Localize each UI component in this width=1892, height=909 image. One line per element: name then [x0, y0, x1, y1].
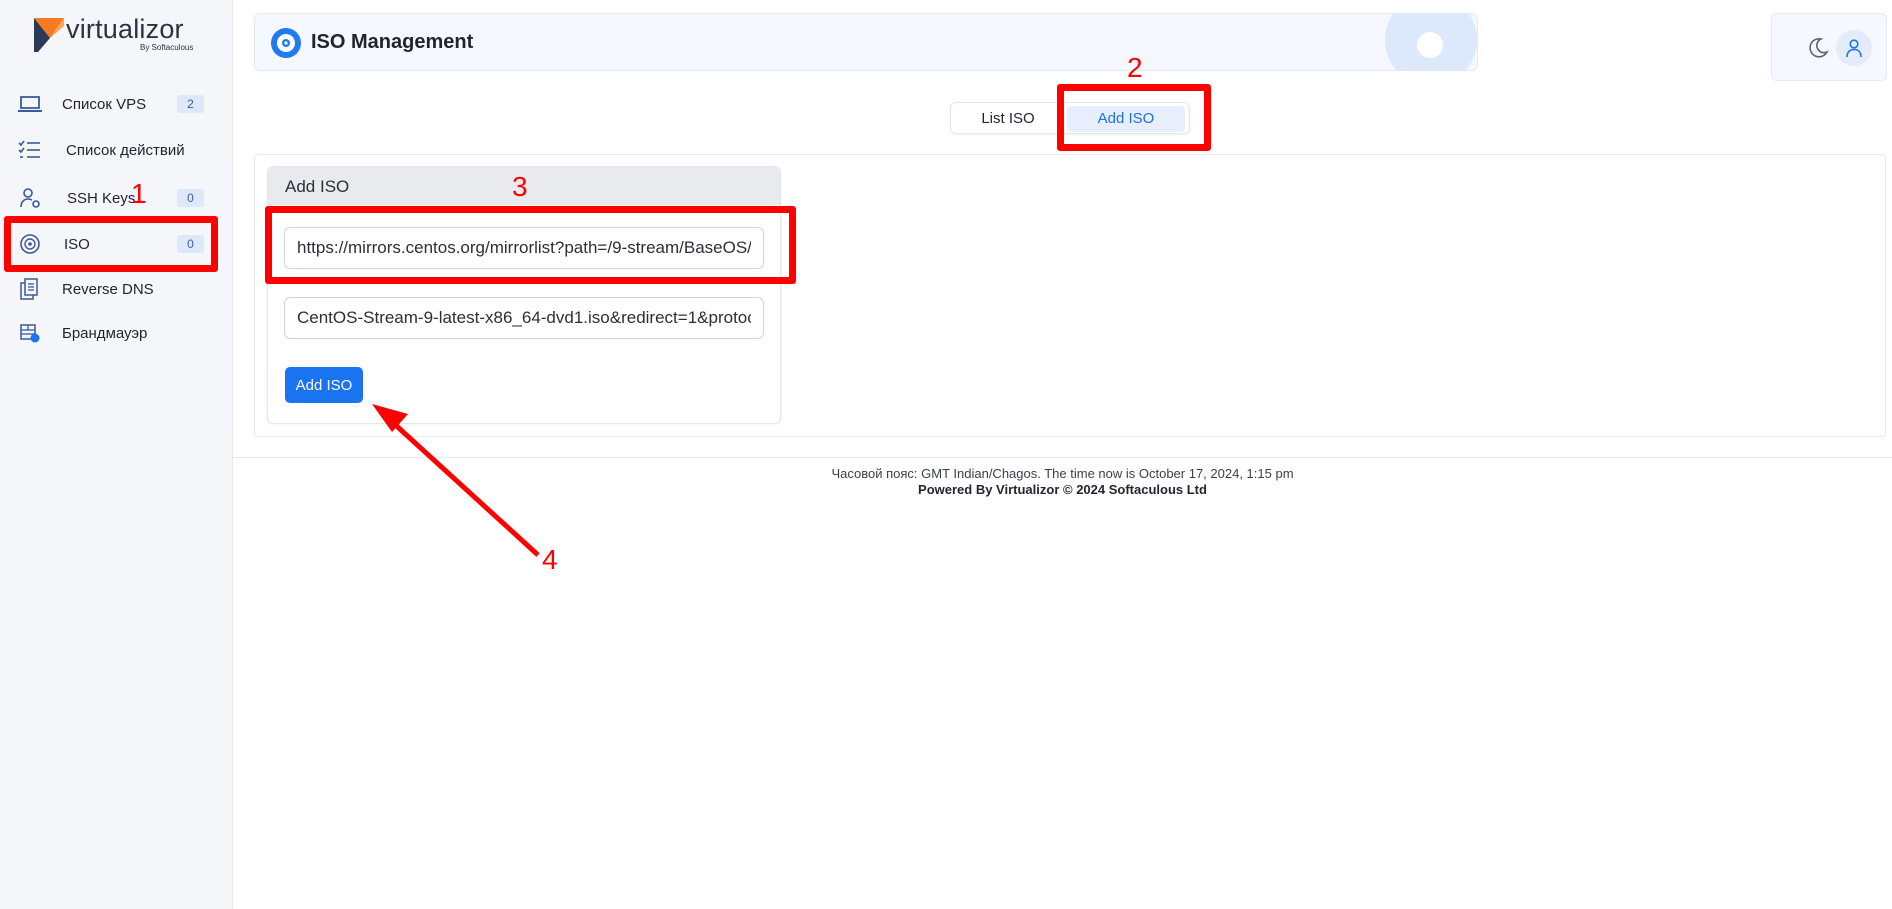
sidebar-item-ssh-keys[interactable]: SSH Keys 0: [6, 176, 216, 220]
sidebar-item-reverse-dns[interactable]: Reverse DNS: [6, 267, 216, 311]
annotation-number-1: 1: [131, 178, 147, 209]
footer-divider: [233, 457, 1892, 458]
moon-icon[interactable]: [1806, 36, 1830, 60]
iso-tabs: List ISO Add ISO: [950, 102, 1190, 134]
sidebar-item-label: Список действий: [66, 141, 185, 159]
iso-url-input[interactable]: [284, 227, 764, 269]
user-icon: [1846, 39, 1862, 58]
page-header: ISO Management: [254, 13, 1478, 71]
sidebar-item-label: Список VPS: [62, 95, 147, 113]
tab-add-iso[interactable]: Add ISO: [1067, 106, 1185, 132]
iso-name-input[interactable]: [284, 297, 764, 339]
user-key-icon: [18, 186, 42, 210]
sidebar-item-label: Брандмауэр: [62, 324, 148, 342]
logo-text: virtualizor: [66, 14, 184, 44]
annotation-number-3: 3: [512, 171, 528, 202]
page-title: ISO Management: [311, 31, 474, 53]
iso-disc-icon: [271, 28, 301, 58]
sidebar-item-label: SSH Keys: [67, 189, 136, 207]
sidebar-item-iso[interactable]: ISO 0: [6, 222, 216, 266]
footer-powered-by: Powered By Virtualizor © 2024 Softaculou…: [918, 482, 1207, 497]
firewall-icon: [18, 321, 42, 345]
sidebar: virtualizor By Softaculous Список VPS 2 …: [0, 0, 233, 909]
disc-icon: [18, 232, 42, 256]
tab-list-iso[interactable]: List ISO: [959, 106, 1057, 132]
sidebar-item-vps-list[interactable]: Список VPS 2: [6, 82, 216, 126]
header-disc-decoration-center: [1417, 32, 1443, 58]
virtualizor-logo-icon: [34, 18, 64, 52]
sidebar-item-label: ISO: [64, 235, 90, 253]
sidebar-item-firewall[interactable]: Брандмауэр: [6, 311, 216, 355]
footer-timezone: Часовой пояс: GMT Indian/Chagos. The tim…: [831, 466, 1294, 481]
sidebar-item-label: Reverse DNS: [62, 280, 154, 298]
laptop-icon: [18, 92, 42, 116]
add-iso-button[interactable]: Add ISO: [285, 367, 363, 403]
virtualizor-logo[interactable]: virtualizor By Softaculous: [34, 14, 204, 54]
logo-subtext: By Softaculous: [140, 43, 194, 52]
vps-count-badge: 2: [177, 95, 204, 113]
annotation-arrow-4: [372, 404, 540, 557]
user-controls: [1771, 13, 1887, 81]
user-avatar[interactable]: [1836, 30, 1872, 66]
annotation-number-4: 4: [542, 544, 558, 575]
document-stack-icon: [18, 277, 42, 301]
task-list-icon: [18, 138, 42, 162]
annotation-number-2: 2: [1127, 52, 1143, 83]
ssh-keys-count-badge: 0: [177, 189, 204, 207]
add-iso-form: Add ISO Add ISO: [267, 166, 781, 424]
iso-count-badge: 0: [177, 235, 204, 253]
sidebar-item-task-list[interactable]: Список действий: [6, 128, 216, 172]
